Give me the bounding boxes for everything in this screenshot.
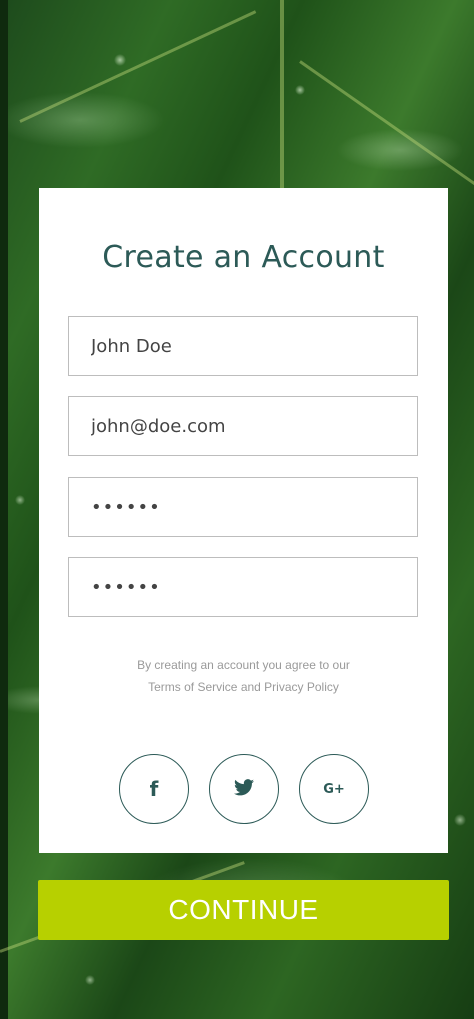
twitter-button[interactable] bbox=[209, 754, 279, 824]
name-field[interactable] bbox=[68, 316, 418, 376]
google-plus-button[interactable]: G+ bbox=[299, 754, 369, 824]
leaf-vein bbox=[280, 0, 284, 200]
continue-button[interactable]: CONTINUE bbox=[38, 880, 449, 940]
background-edge bbox=[0, 0, 8, 1019]
password-field[interactable] bbox=[68, 477, 418, 537]
terms-link[interactable]: Terms of Service and Privacy Policy bbox=[39, 676, 448, 698]
terms-line-1: By creating an account you agree to our bbox=[137, 658, 350, 672]
page-title: Create an Account bbox=[102, 240, 385, 275]
email-field[interactable] bbox=[68, 396, 418, 456]
signup-card: Create an Account By creating an account… bbox=[39, 188, 448, 853]
terms-text: By creating an account you agree to our … bbox=[39, 654, 448, 698]
leaf-vein bbox=[19, 10, 257, 123]
facebook-icon: f bbox=[149, 777, 159, 801]
twitter-icon bbox=[234, 778, 254, 800]
leaf-vein bbox=[299, 60, 474, 189]
google-plus-icon: G+ bbox=[323, 781, 345, 797]
confirm-password-field[interactable] bbox=[68, 557, 418, 617]
facebook-button[interactable]: f bbox=[119, 754, 189, 824]
